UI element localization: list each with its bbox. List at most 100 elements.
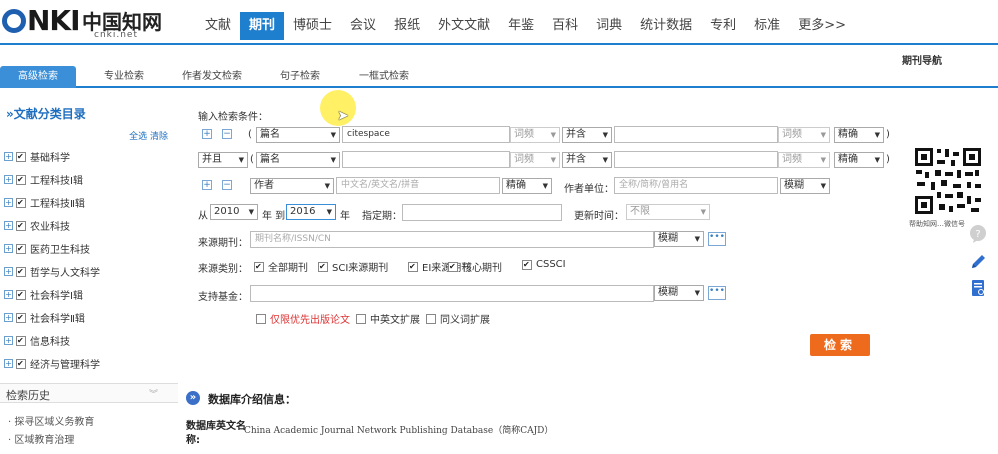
tab-author-search[interactable]: 作者发文检索: [172, 66, 252, 88]
field-select-2[interactable]: 篇名 ▼: [256, 152, 340, 168]
source-category-option[interactable]: SCI来源期刊: [318, 259, 388, 274]
keyword-input-2b[interactable]: [614, 151, 778, 168]
op-select-1[interactable]: 并含 ▼: [562, 127, 612, 143]
category-item[interactable]: + 农业科技: [4, 214, 100, 237]
tab-professional-search[interactable]: 专业检索: [92, 66, 156, 88]
unit-match-select[interactable]: 模糊 ▼: [780, 178, 830, 194]
freq-select-2b[interactable]: 词频 ▼: [778, 152, 830, 168]
source-category-checkbox[interactable]: [522, 259, 532, 270]
nav-item[interactable]: 报纸: [385, 12, 429, 40]
source-category-option[interactable]: 核心期刊: [448, 259, 502, 274]
search-option-checkbox[interactable]: [356, 313, 366, 324]
edit-pencil-icon[interactable]: [968, 252, 988, 272]
category-item[interactable]: + 信息科技: [4, 329, 100, 352]
source-category-option[interactable]: CSSCI: [522, 259, 566, 270]
expand-icon[interactable]: +: [4, 267, 13, 276]
select-all-link[interactable]: 全选: [129, 132, 147, 142]
nav-item[interactable]: 年鉴: [499, 12, 543, 40]
expand-icon[interactable]: +: [4, 290, 13, 299]
add-row-icon[interactable]: +: [202, 129, 212, 139]
author-match-select[interactable]: 精确 ▼: [502, 178, 552, 194]
history-item[interactable]: · 探寻区域义务教育: [8, 413, 94, 428]
remove-row-icon[interactable]: −: [222, 129, 232, 139]
author-input[interactable]: 中文名/英文名/拼音: [336, 177, 500, 194]
nav-item[interactable]: 标准: [745, 12, 789, 40]
freq-select-1[interactable]: 词频 ▼: [510, 127, 560, 143]
expand-icon[interactable]: +: [4, 359, 13, 368]
category-item[interactable]: + 基础科学: [4, 145, 100, 168]
year-from-select[interactable]: 2010 ▼: [210, 204, 258, 220]
category-item[interactable]: + 工程科技Ⅱ辑: [4, 191, 100, 214]
expand-icon[interactable]: +: [4, 198, 13, 207]
search-button[interactable]: 检索: [810, 334, 870, 356]
period-input[interactable]: [402, 204, 562, 221]
nav-item[interactable]: 期刊: [240, 12, 285, 40]
source-category-checkbox[interactable]: [318, 261, 328, 272]
source-category-checkbox[interactable]: [254, 261, 264, 272]
category-checkbox[interactable]: [16, 243, 26, 254]
logic-select-2[interactable]: 并且 ▼: [198, 152, 248, 168]
freq-select-1b[interactable]: 词频 ▼: [778, 127, 830, 143]
clear-link[interactable]: 清除: [150, 132, 168, 142]
keyword-input-2[interactable]: [342, 151, 510, 168]
nav-item[interactable]: 百科: [543, 12, 587, 40]
category-checkbox[interactable]: [16, 312, 26, 323]
fund-match-select[interactable]: 模糊 ▼: [654, 285, 704, 301]
fund-input[interactable]: [250, 285, 654, 302]
category-item[interactable]: + 经济与管理科学: [4, 352, 100, 375]
category-checkbox[interactable]: [16, 335, 26, 346]
search-option-checkbox[interactable]: [256, 313, 266, 324]
search-option[interactable]: 仅限优先出版论文: [256, 311, 350, 326]
tab-one-box-search[interactable]: 一框式检索: [348, 66, 420, 88]
category-checkbox[interactable]: [16, 266, 26, 277]
nav-item[interactable]: 会议: [341, 12, 385, 40]
tab-advanced-search[interactable]: 高级检索: [0, 66, 76, 88]
category-item[interactable]: + 医药卫生科技: [4, 237, 100, 260]
op-select-2[interactable]: 并含 ▼: [562, 152, 612, 168]
expand-icon[interactable]: +: [4, 152, 13, 161]
nav-item[interactable]: 更多>>: [789, 12, 855, 40]
source-journal-input[interactable]: 期刊名称/ISSN/CN: [250, 231, 654, 248]
category-item[interactable]: + 社会科学Ⅰ辑: [4, 283, 100, 306]
tab-sentence-search[interactable]: 句子检索: [268, 66, 332, 88]
category-checkbox[interactable]: [16, 197, 26, 208]
keyword-input-1[interactable]: citespace: [342, 126, 510, 143]
match-select-1[interactable]: 精确 ▼: [834, 127, 884, 143]
nav-item[interactable]: 文献: [196, 12, 240, 40]
category-item[interactable]: + 工程科技Ⅰ辑: [4, 168, 100, 191]
category-checkbox[interactable]: [16, 358, 26, 369]
nav-item[interactable]: 统计数据: [631, 12, 701, 40]
search-option[interactable]: 同义词扩展: [426, 311, 490, 326]
update-time-select[interactable]: 不限 ▼: [626, 204, 710, 220]
expand-icon[interactable]: +: [4, 313, 13, 322]
expand-icon[interactable]: +: [4, 221, 13, 230]
category-checkbox[interactable]: [16, 220, 26, 231]
search-option-checkbox[interactable]: [426, 313, 436, 324]
category-item[interactable]: + 社会科学Ⅱ辑: [4, 306, 100, 329]
source-category-checkbox[interactable]: [408, 261, 418, 272]
search-option[interactable]: 中英文扩展: [356, 311, 420, 326]
source-category-option[interactable]: 全部期刊: [254, 259, 308, 274]
nav-item[interactable]: 外文文献: [429, 12, 499, 40]
remove-row-icon[interactable]: −: [222, 180, 232, 190]
field-select-1[interactable]: 篇名 ▼: [256, 127, 340, 143]
document-icon[interactable]: [968, 278, 988, 298]
more-options-button[interactable]: •••: [708, 286, 726, 300]
source-category-checkbox[interactable]: [448, 261, 458, 272]
keyword-input-1b[interactable]: [614, 126, 778, 143]
category-checkbox[interactable]: [16, 174, 26, 185]
year-to-select[interactable]: 2016 ▼: [286, 204, 336, 220]
match-select-2[interactable]: 精确 ▼: [834, 152, 884, 168]
category-checkbox[interactable]: [16, 151, 26, 162]
category-checkbox[interactable]: [16, 289, 26, 300]
source-match-select[interactable]: 模糊 ▼: [654, 231, 704, 247]
nav-item[interactable]: 博硕士: [284, 12, 341, 40]
more-options-button[interactable]: •••: [708, 232, 726, 246]
expand-icon[interactable]: +: [4, 336, 13, 345]
author-field-select[interactable]: 作者 ▼: [250, 178, 334, 194]
nav-item[interactable]: 词典: [587, 12, 631, 40]
expand-icon[interactable]: +: [4, 175, 13, 184]
freq-select-2[interactable]: 词频 ▼: [510, 152, 560, 168]
chat-icon[interactable]: ?: [968, 224, 988, 244]
cnki-logo[interactable]: NKI 中国知网 cnki.net: [2, 4, 162, 40]
